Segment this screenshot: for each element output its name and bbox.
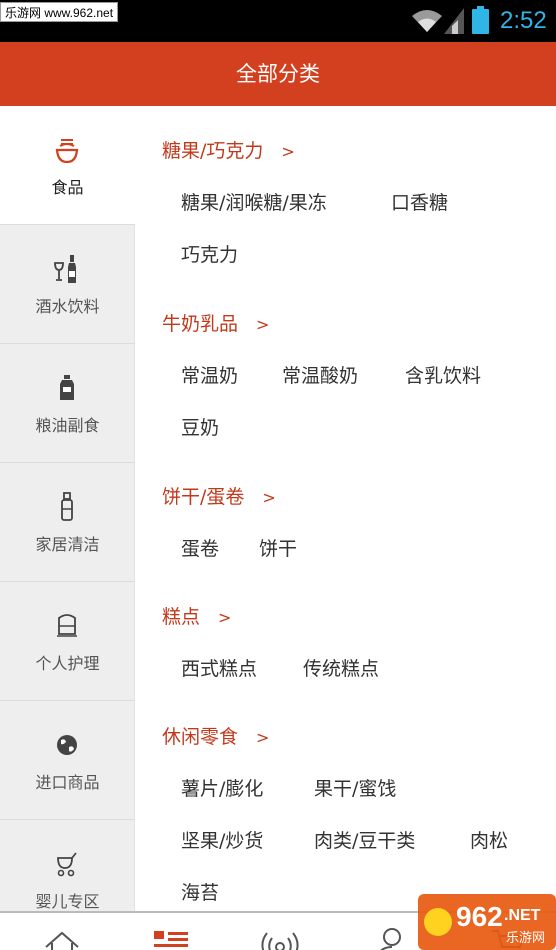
chevron-right-icon: > [256, 315, 270, 334]
subcategory-item[interactable]: 饼干 [259, 534, 297, 561]
subcategory-item[interactable]: 肉松 [470, 826, 508, 853]
subcategory-item[interactable]: 糖果/润喉糖/果冻 [181, 188, 327, 215]
wine-bottle-icon [54, 255, 76, 283]
section-title-candy[interactable]: 糖果/巧克力 > [162, 136, 295, 163]
sidebar-item-label: 粮油副食 [35, 416, 100, 435]
subcategory-item[interactable]: 含乳饮料 [405, 361, 481, 388]
subcategory-item[interactable]: 薯片/膨化 [181, 774, 263, 801]
subcategory-item[interactable]: 传统糕点 [303, 654, 379, 681]
subcategory-item[interactable]: 海苔 [181, 878, 219, 905]
sidebar-item-drinks[interactable]: 酒水饮料 [0, 225, 135, 344]
battery-icon [472, 6, 489, 34]
sidebar-item-food[interactable]: 食品 [0, 106, 135, 225]
section-title-dairy[interactable]: 牛奶乳品 > [162, 309, 269, 336]
section-title-biscuits[interactable]: 饼干/蛋卷 > [162, 482, 276, 509]
chevron-right-icon: > [218, 608, 232, 627]
subcategory-item[interactable]: 肉类/豆干类 [314, 826, 415, 853]
status-clock: 2:52 [500, 7, 547, 34]
signal-icon [444, 8, 464, 34]
sidebar-item-label: 个人护理 [35, 654, 100, 673]
top-header: 全部分类 [0, 42, 556, 106]
category-list-icon[interactable] [152, 929, 192, 950]
bowl-icon [55, 139, 79, 164]
sidebar-item-label: 食品 [51, 178, 84, 197]
chevron-right-icon: > [281, 142, 295, 161]
subcategory-item[interactable]: 豆奶 [181, 413, 219, 440]
site-logo: 962 .NET 乐游网 [418, 894, 556, 950]
wifi-icon [412, 10, 442, 32]
svg-text:乐游网: 乐游网 [506, 931, 545, 946]
car-seat-icon [57, 614, 77, 637]
user-icon[interactable] [374, 927, 414, 950]
chevron-right-icon: > [256, 728, 270, 747]
globe-icon [57, 735, 77, 755]
subcategory-item[interactable]: 果干/蜜饯 [314, 774, 396, 801]
section-title-snacks[interactable]: 休闲零食 > [162, 722, 269, 749]
section-title-pastry[interactable]: 糕点 > [162, 602, 231, 629]
sidebar-item-label: 家居清洁 [35, 535, 100, 554]
sidebar-item-home-cleaning[interactable]: 家居清洁 [0, 463, 135, 582]
subcategory-item[interactable]: 常温奶 [181, 361, 238, 388]
sidebar-item-label: 婴儿专区 [35, 892, 100, 911]
sidebar-item-label: 进口商品 [35, 773, 100, 792]
category-content: 糖果/巧克力 > 糖果/润喉糖/果冻 口香糖 巧克力 牛奶乳品 > 常温奶 常温酸奶… [135, 106, 556, 911]
detergent-bottle-icon [61, 492, 73, 521]
category-sidebar: 食品 酒水饮料 粮油副食 家居清洁 个人护理 进口商品 婴儿专区 [0, 106, 135, 911]
sidebar-item-baby[interactable]: 婴儿专区 [0, 820, 135, 911]
sidebar-item-label: 酒水饮料 [35, 297, 100, 316]
watermark-label: 乐游网 www.962.net [0, 2, 119, 22]
subcategory-item[interactable]: 口香糖 [391, 188, 448, 215]
home-icon[interactable] [42, 927, 82, 950]
subcategory-item[interactable]: 巧克力 [181, 240, 238, 267]
subcategory-item[interactable]: 坚果/炒货 [181, 826, 263, 853]
page-title: 全部分类 [236, 62, 320, 86]
subcategory-item[interactable]: 西式糕点 [181, 654, 257, 681]
broadcast-icon[interactable] [260, 927, 300, 950]
sidebar-item-personal-care[interactable]: 个人护理 [0, 582, 135, 701]
stroller-icon [57, 852, 77, 877]
subcategory-item[interactable]: 蛋卷 [181, 534, 219, 561]
sidebar-item-imported[interactable]: 进口商品 [0, 701, 135, 820]
sidebar-item-grain-oil[interactable]: 粮油副食 [0, 344, 135, 463]
subcategory-item[interactable]: 常温酸奶 [282, 361, 358, 388]
status-bar: 乐游网 www.962.net 2:52 [0, 0, 556, 42]
svg-text:962: 962 [456, 901, 503, 932]
svg-text:.NET: .NET [504, 907, 541, 924]
oil-bottle-icon [60, 375, 74, 400]
chevron-right-icon: > [262, 488, 276, 507]
